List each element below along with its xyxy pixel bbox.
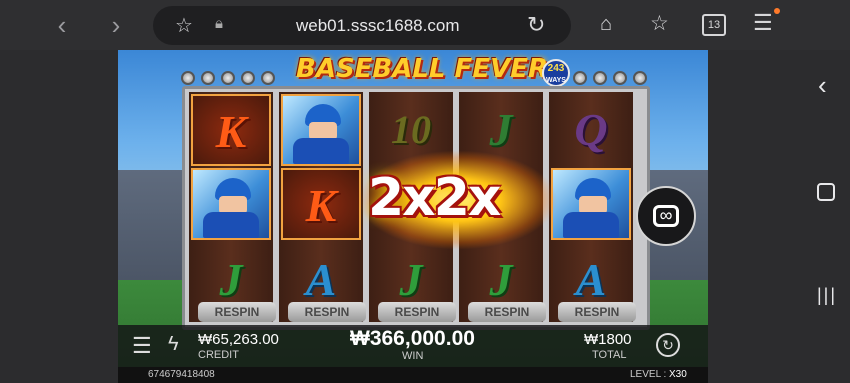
win-label: WIN	[402, 350, 424, 362]
nav-back-icon[interactable]: ‹	[818, 70, 827, 101]
autoplay-button[interactable]: ∞	[636, 186, 696, 246]
level-label: LEVEL :	[630, 369, 667, 380]
player-body	[203, 212, 259, 238]
notification-dot	[774, 8, 780, 14]
info-strip: 674679418408 LEVEL : X30	[118, 367, 708, 383]
symbol-player	[551, 168, 631, 240]
address-bar[interactable]: ☆ 🔒︎ web01.sssc1688.com ↻	[153, 6, 571, 45]
reel-2: K A	[279, 92, 363, 322]
status-bar: ☰ ϟ ₩65,263.00 CREDIT ₩366,000.00 WIN ₩1…	[118, 325, 708, 367]
ball-icon	[613, 71, 627, 85]
favorites-icon[interactable]: ☆	[650, 11, 669, 36]
reel-5: Q A	[549, 92, 633, 322]
ball-icon	[633, 71, 647, 85]
player-body	[563, 212, 619, 238]
respin-button-5[interactable]: RESPIN	[558, 302, 636, 322]
turbo-icon[interactable]: ϟ	[168, 333, 179, 356]
infinity-icon: ∞	[653, 205, 679, 227]
ball-icon	[201, 71, 215, 85]
respin-button-3[interactable]: RESPIN	[378, 302, 456, 322]
win-value: ₩366,000.00	[350, 327, 475, 350]
ball-icon	[181, 71, 195, 85]
tabs-icon[interactable]: 13	[702, 14, 726, 36]
symbol-k: K	[281, 168, 361, 240]
browser-toolbar: ‹ › ☆ 🔒︎ web01.sssc1688.com ↻ ⌂ ☆ 13 ☰	[0, 0, 850, 50]
ball-icon	[241, 71, 255, 85]
ways-label: WAYS	[546, 77, 566, 84]
respin-button-1[interactable]: RESPIN	[198, 302, 276, 322]
nav-recents-icon[interactable]: |||	[817, 285, 837, 306]
reel-1: K J	[189, 92, 273, 322]
total-value: ₩1800	[584, 331, 632, 348]
game-logo: BASEBALL FEVER	[296, 54, 548, 84]
level-value: X30	[669, 369, 687, 380]
slot-game[interactable]: BASEBALL FEVER 243WAYS K J K A 10 J J J	[118, 50, 708, 383]
url-text[interactable]: web01.sssc1688.com	[296, 6, 459, 45]
total-label: TOTAL	[592, 349, 627, 361]
back-icon[interactable]: ‹	[42, 0, 82, 50]
symbol-player	[191, 168, 271, 240]
forward-icon[interactable]: ›	[96, 0, 136, 50]
ball-icon	[573, 71, 587, 85]
respin-button-2[interactable]: RESPIN	[288, 302, 366, 322]
nav-home-icon[interactable]	[817, 183, 835, 201]
lock-icon: 🔒︎	[215, 15, 223, 32]
multiplier-text: 2x2x	[368, 168, 501, 228]
menu-icon[interactable]: ☰	[132, 333, 152, 359]
symbol-player	[281, 94, 361, 166]
respin-button-4[interactable]: RESPIN	[468, 302, 546, 322]
credit-label: CREDIT	[198, 349, 239, 361]
tab-count: 13	[707, 19, 721, 31]
ball-icon	[261, 71, 275, 85]
spin-icon[interactable]: ↻	[656, 333, 680, 357]
reload-icon[interactable]: ↻	[527, 12, 545, 38]
home-icon[interactable]: ⌂	[600, 13, 612, 36]
ways-count: 243	[547, 63, 565, 74]
ball-icon	[593, 71, 607, 85]
credit-value: ₩65,263.00	[198, 331, 279, 348]
ball-icon	[221, 71, 235, 85]
system-nav: ‹ |||	[800, 50, 850, 383]
player-body	[293, 138, 349, 164]
symbol-k: K	[191, 94, 271, 166]
menu-icon[interactable]: ☰	[753, 10, 773, 36]
symbol-q: Q	[574, 104, 608, 155]
bookmark-star-icon[interactable]: ☆	[175, 13, 193, 38]
session-id: 674679418408	[148, 369, 215, 380]
ways-badge: 243 WAYS	[542, 59, 570, 87]
